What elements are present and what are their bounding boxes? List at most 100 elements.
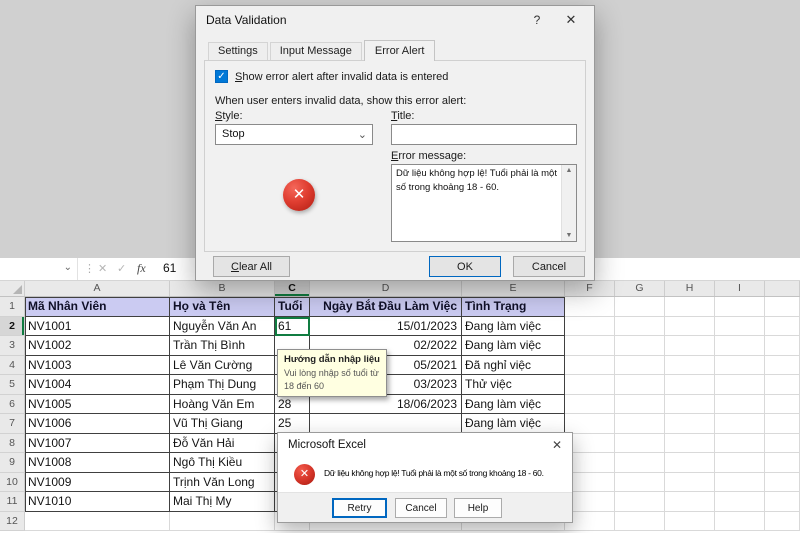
cell-D2[interactable]: 15/01/2023 [310, 316, 462, 336]
cell-I1[interactable] [715, 297, 765, 317]
row-header-1[interactable]: 1 [0, 297, 25, 317]
cell-D6[interactable]: 18/06/2023 [310, 394, 462, 414]
cell-A4[interactable]: NV1003 [25, 355, 170, 375]
chevron-down-icon[interactable]: ⌄ [358, 126, 367, 145]
help-button[interactable]: Help [454, 498, 502, 518]
row-header-12[interactable]: 12 [0, 511, 25, 531]
clear-all-button[interactable]: Clear All [213, 256, 290, 277]
cell-E6[interactable]: Đang làm việc [462, 394, 565, 414]
cell-A2[interactable]: NV1001 [25, 316, 170, 336]
cell-A8[interactable]: NV1007 [25, 433, 170, 453]
cell-F6[interactable] [565, 394, 615, 414]
cell-E4[interactable]: Đã nghỉ việc [462, 355, 565, 375]
cell-I2[interactable] [715, 316, 765, 336]
column-header-B[interactable]: B [170, 281, 275, 296]
row-header-3[interactable]: 3 [0, 336, 25, 356]
column-header-C[interactable]: C [275, 281, 310, 296]
cell-F2[interactable] [565, 316, 615, 336]
cell-B4[interactable]: Lê Văn Cường [170, 355, 275, 375]
retry-button[interactable]: Retry [332, 498, 387, 518]
column-header-D[interactable]: D [310, 281, 462, 296]
column-header-E[interactable]: E [462, 281, 565, 296]
cancel-button[interactable]: Cancel [395, 498, 447, 518]
row-header-11[interactable]: 11 [0, 492, 25, 512]
cell-E2[interactable]: Đang làm việc [462, 316, 565, 336]
cell-G3[interactable] [615, 336, 665, 356]
cell-F7[interactable] [565, 414, 615, 434]
scroll-down-icon[interactable]: ▼ [562, 232, 576, 239]
cell-H12[interactable] [665, 511, 715, 531]
cancel-button[interactable]: Cancel [513, 256, 585, 277]
cell-B10[interactable]: Trịnh Văn Long [170, 472, 275, 492]
chevron-down-icon[interactable]: ⌄ [64, 262, 72, 273]
row-header-9[interactable]: 9 [0, 453, 25, 473]
cell-H4[interactable] [665, 355, 715, 375]
show-error-alert-checkbox[interactable]: ✓ [215, 70, 228, 83]
cell-C6[interactable]: 28 [275, 394, 310, 414]
cell-G5[interactable] [615, 375, 665, 395]
column-header-H[interactable]: H [665, 281, 715, 296]
insert-function-icon[interactable]: fx [137, 261, 146, 276]
cell-G4[interactable] [615, 355, 665, 375]
cell-E5[interactable]: Thử việc [462, 375, 565, 395]
cell-C2[interactable]: 61 [275, 316, 310, 336]
cell-G12[interactable] [615, 511, 665, 531]
column-header-F[interactable]: F [565, 281, 615, 296]
scrollbar[interactable]: ▲ ▼ [561, 165, 576, 241]
cell-C1[interactable]: Tuổi [275, 297, 310, 317]
cell-G6[interactable] [615, 394, 665, 414]
name-box[interactable]: ⌄ [0, 258, 78, 280]
cell-I10[interactable] [715, 472, 765, 492]
close-icon[interactable]: ✕ [552, 438, 562, 452]
row-header-5[interactable]: 5 [0, 375, 25, 395]
cell-C7[interactable]: 25 [275, 414, 310, 434]
enter-entry-icon[interactable]: ✓ [117, 262, 126, 275]
row-header-6[interactable]: 6 [0, 394, 25, 414]
cell-A1[interactable]: Mã Nhân Viên [25, 297, 170, 317]
cell-I6[interactable] [715, 394, 765, 414]
cell-H5[interactable] [665, 375, 715, 395]
cell-E1[interactable]: Tình Trạng [462, 297, 565, 317]
tab-settings[interactable]: Settings [208, 42, 268, 60]
style-dropdown[interactable]: Stop ⌄ [215, 124, 373, 145]
cell-E7[interactable]: Đang làm việc [462, 414, 565, 434]
error-message-textarea[interactable]: Dữ liệu không hợp lệ! Tuổi phải là một s… [391, 164, 577, 242]
cell-I3[interactable] [715, 336, 765, 356]
cell-H3[interactable] [665, 336, 715, 356]
cell-H6[interactable] [665, 394, 715, 414]
cell-H1[interactable] [665, 297, 715, 317]
cell-I11[interactable] [715, 492, 765, 512]
tab-error-alert[interactable]: Error Alert [363, 40, 436, 61]
cell-I4[interactable] [715, 355, 765, 375]
cell-B1[interactable]: Họ và Tên [170, 297, 275, 317]
row-header-7[interactable]: 7 [0, 414, 25, 434]
cell-H9[interactable] [665, 453, 715, 473]
cell-B3[interactable]: Trần Thị Bình [170, 336, 275, 356]
cell-A10[interactable]: NV1009 [25, 472, 170, 492]
cell-B2[interactable]: Nguyễn Văn An [170, 316, 275, 336]
cell-A11[interactable]: NV1010 [25, 492, 170, 512]
cell-I5[interactable] [715, 375, 765, 395]
cell-D7[interactable] [310, 414, 462, 434]
row-header-8[interactable]: 8 [0, 433, 25, 453]
help-icon[interactable]: ? [524, 13, 550, 27]
cell-A9[interactable]: NV1008 [25, 453, 170, 473]
column-header-A[interactable]: A [25, 281, 170, 296]
cell-G8[interactable] [615, 433, 665, 453]
cell-G10[interactable] [615, 472, 665, 492]
cell-E3[interactable]: Đang làm việc [462, 336, 565, 356]
cell-I7[interactable] [715, 414, 765, 434]
cell-A5[interactable]: NV1004 [25, 375, 170, 395]
cell-D1[interactable]: Ngày Bắt Đầu Làm Việc [310, 297, 462, 317]
cell-F5[interactable] [565, 375, 615, 395]
cell-A7[interactable]: NV1006 [25, 414, 170, 434]
cell-A6[interactable]: NV1005 [25, 394, 170, 414]
cell-H10[interactable] [665, 472, 715, 492]
cell-H11[interactable] [665, 492, 715, 512]
cell-H8[interactable] [665, 433, 715, 453]
cell-I8[interactable] [715, 433, 765, 453]
ok-button[interactable]: OK [429, 256, 501, 277]
cell-G7[interactable] [615, 414, 665, 434]
cell-I9[interactable] [715, 453, 765, 473]
cell-B7[interactable]: Vũ Thị Giang [170, 414, 275, 434]
